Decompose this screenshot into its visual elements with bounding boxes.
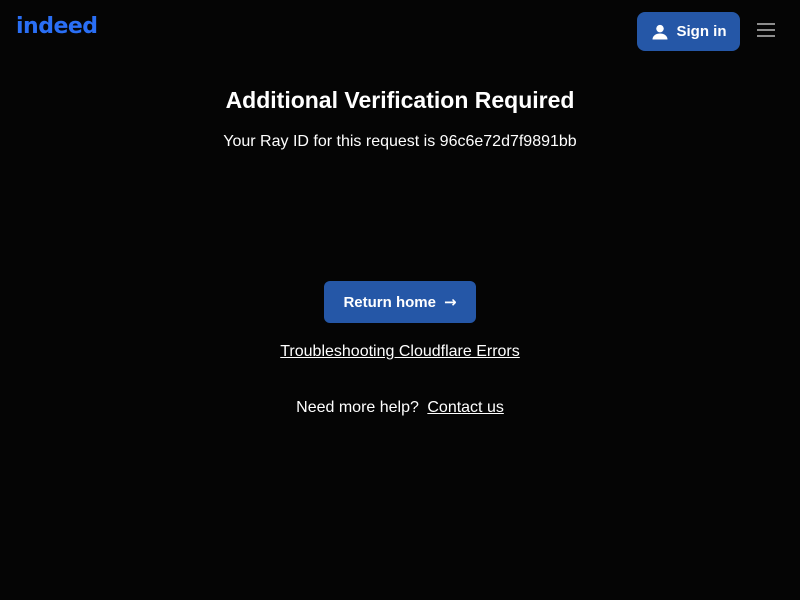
logo-wordmark: indeed	[16, 14, 98, 39]
return-home-label: Return home	[343, 293, 436, 311]
menu-line	[757, 23, 775, 25]
troubleshooting-link[interactable]: Troubleshooting Cloudflare Errors	[280, 343, 520, 360]
menu-line	[757, 35, 775, 37]
menu-line	[757, 29, 775, 31]
return-home-button[interactable]: Return home →	[324, 281, 476, 323]
ray-id-text: Your Ray ID for this request is 96c6e72d…	[223, 133, 577, 150]
sign-in-label: Sign in	[676, 23, 727, 40]
hamburger-menu-icon[interactable]	[754, 18, 778, 42]
help-prefix: Need more help?	[296, 399, 419, 416]
contact-us-link[interactable]: Contact us	[427, 399, 503, 416]
indeed-logo[interactable]: indeed	[16, 12, 98, 42]
page-title: Additional Verification Required	[225, 87, 575, 113]
person-icon	[652, 24, 667, 39]
arrow-right-icon: →	[443, 293, 457, 311]
help-row: Need more help? Contact us	[0, 397, 800, 419]
troubleshooting-row: Troubleshooting Cloudflare Errors	[0, 341, 800, 363]
sign-in-button[interactable]: Sign in	[637, 12, 740, 51]
site-header: indeed Sign in	[0, 0, 800, 64]
